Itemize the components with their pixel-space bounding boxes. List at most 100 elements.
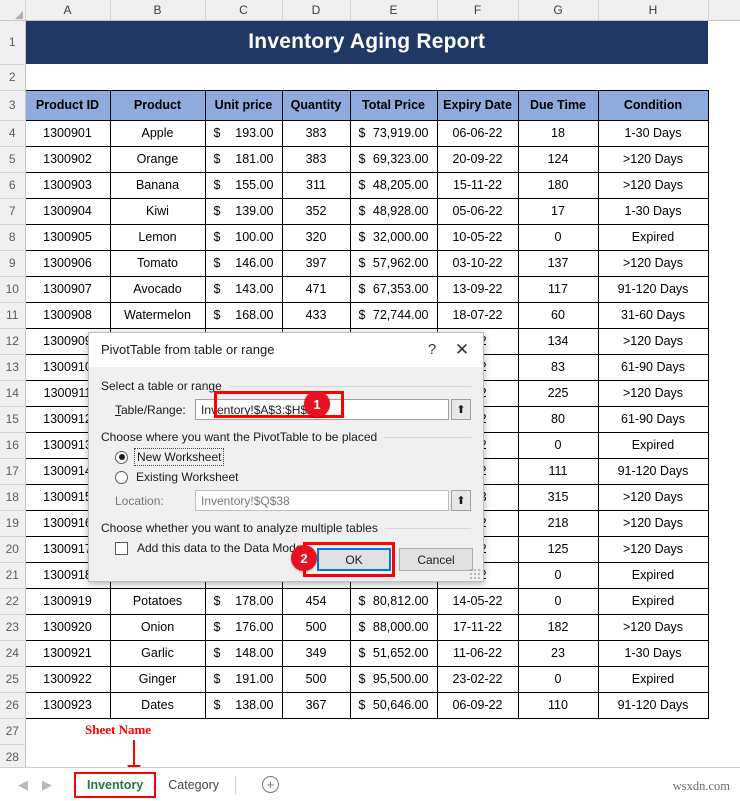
cell-condition[interactable]: >120 Days <box>597 171 709 199</box>
cell-unit-price[interactable]: $155.00 <box>204 171 283 199</box>
column-header-c[interactable]: C <box>205 0 283 21</box>
row-header-24[interactable]: 24 <box>0 640 26 667</box>
row-header-25[interactable]: 25 <box>0 666 26 693</box>
cell-overflow[interactable] <box>708 406 740 432</box>
cell-total-price[interactable]: $72,744.00 <box>349 301 438 329</box>
cell-overflow[interactable] <box>708 380 740 406</box>
row-header-14[interactable]: 14 <box>0 380 26 407</box>
cell-quantity[interactable]: 500 <box>281 613 351 641</box>
cell-expiry-date[interactable]: 06-06-22 <box>436 119 519 147</box>
cell-product[interactable]: Apple <box>109 119 206 147</box>
radio-new-worksheet-icon[interactable] <box>115 450 128 464</box>
cell-condition[interactable]: Expired <box>597 431 709 459</box>
cell-overflow[interactable] <box>708 354 740 380</box>
cell-due-time[interactable]: 111 <box>517 457 599 485</box>
cell-quantity[interactable]: 433 <box>281 301 351 329</box>
cell-overflow[interactable] <box>708 614 740 640</box>
row-header-13[interactable]: 13 <box>0 354 26 381</box>
cell-overflow[interactable] <box>708 172 740 198</box>
cell-overflow[interactable] <box>708 302 740 328</box>
cell-unit-price[interactable]: $148.00 <box>204 639 283 667</box>
cell-quantity[interactable]: 352 <box>281 197 351 225</box>
cell-product-id[interactable]: 1300906 <box>24 249 111 277</box>
cell-condition[interactable]: >120 Days <box>597 145 709 173</box>
row-header-18[interactable]: 18 <box>0 484 26 511</box>
cell-due-time[interactable]: 0 <box>517 561 599 589</box>
cell-total-price[interactable]: $32,000.00 <box>349 223 438 251</box>
cell-product-id[interactable]: 1300908 <box>24 301 111 329</box>
row-header-23[interactable]: 23 <box>0 614 26 641</box>
cell-condition[interactable]: Expired <box>597 223 709 251</box>
column-header-e[interactable]: E <box>350 0 438 21</box>
cell-unit-price[interactable]: $178.00 <box>204 587 283 615</box>
cell-condition[interactable]: 91-120 Days <box>597 457 709 485</box>
cell-due-time[interactable]: 315 <box>517 483 599 511</box>
cell-overflow[interactable] <box>708 536 740 562</box>
cell-total-price[interactable]: $67,353.00 <box>349 275 438 303</box>
cell-unit-price[interactable]: $181.00 <box>204 145 283 173</box>
cell-overflow[interactable] <box>708 562 740 588</box>
cell-condition[interactable]: Expired <box>597 561 709 589</box>
cell-unit-price[interactable]: $193.00 <box>204 119 283 147</box>
cell-condition[interactable]: >120 Days <box>597 249 709 277</box>
cell-due-time[interactable]: 182 <box>517 613 599 641</box>
cell-product[interactable]: Orange <box>109 145 206 173</box>
cell-product-id[interactable]: 1300905 <box>24 223 111 251</box>
cell-overflow[interactable] <box>708 458 740 484</box>
cell-product[interactable]: Lemon <box>109 223 206 251</box>
cell-product[interactable]: Garlic <box>109 639 206 667</box>
cell-unit-price[interactable]: $138.00 <box>204 691 283 719</box>
cancel-button[interactable]: Cancel <box>399 548 473 571</box>
row-header-21[interactable]: 21 <box>0 562 26 589</box>
row-header-12[interactable]: 12 <box>0 328 26 355</box>
sheet-tab-category[interactable]: Category <box>156 772 231 798</box>
cell-overflow[interactable] <box>708 328 740 354</box>
prev-sheet-icon[interactable]: ◀ <box>18 777 28 793</box>
cell-condition[interactable]: >120 Days <box>597 509 709 537</box>
cell-condition[interactable]: 31-60 Days <box>597 301 709 329</box>
row-header-8[interactable]: 8 <box>0 224 26 251</box>
cell-due-time[interactable]: 110 <box>517 691 599 719</box>
cell-quantity[interactable]: 397 <box>281 249 351 277</box>
cell-product[interactable]: Avocado <box>109 275 206 303</box>
cell-due-time[interactable]: 117 <box>517 275 599 303</box>
cell-condition[interactable]: 91-120 Days <box>597 691 709 719</box>
cell-quantity[interactable]: 320 <box>281 223 351 251</box>
cell-product-id[interactable]: 1300904 <box>24 197 111 225</box>
row-header-16[interactable]: 16 <box>0 432 26 459</box>
cell-condition[interactable]: 91-120 Days <box>597 275 709 303</box>
cell-due-time[interactable]: 180 <box>517 171 599 199</box>
cell-overflow[interactable] <box>708 120 740 146</box>
cell-quantity[interactable]: 500 <box>281 665 351 693</box>
cell-overflow[interactable] <box>708 432 740 458</box>
radio-new-worksheet[interactable]: New Worksheet <box>115 448 471 466</box>
cell-expiry-date[interactable]: 03-10-22 <box>436 249 519 277</box>
cell-unit-price[interactable]: $139.00 <box>204 197 283 225</box>
cell-product[interactable]: Ginger <box>109 665 206 693</box>
cell-due-time[interactable]: 225 <box>517 379 599 407</box>
cell-condition[interactable]: 61-90 Days <box>597 353 709 381</box>
cell-condition[interactable]: 1-30 Days <box>597 639 709 667</box>
row-header-19[interactable]: 19 <box>0 510 26 537</box>
cell-total-price[interactable]: $88,000.00 <box>349 613 438 641</box>
cell-expiry-date[interactable]: 14-05-22 <box>436 587 519 615</box>
cell-product[interactable]: Banana <box>109 171 206 199</box>
cell-total-price[interactable]: $80,812.00 <box>349 587 438 615</box>
row-header-27[interactable]: 27 <box>0 718 26 745</box>
cell-condition[interactable]: Expired <box>597 587 709 615</box>
cell-product[interactable]: Potatoes <box>109 587 206 615</box>
close-icon[interactable]: ✕ <box>447 336 477 364</box>
cell-overflow[interactable] <box>708 640 740 666</box>
cell-total-price[interactable]: $95,500.00 <box>349 665 438 693</box>
cell-condition[interactable]: >120 Days <box>597 379 709 407</box>
cell-quantity[interactable]: 383 <box>281 145 351 173</box>
column-header-i[interactable] <box>708 0 740 21</box>
cell-unit-price[interactable]: $146.00 <box>204 249 283 277</box>
row-header-26[interactable]: 26 <box>0 692 26 719</box>
cell-total-price[interactable]: $69,323.00 <box>349 145 438 173</box>
cell-overflow[interactable] <box>708 510 740 536</box>
cell-unit-price[interactable]: $176.00 <box>204 613 283 641</box>
radio-existing-worksheet-icon[interactable] <box>115 470 128 484</box>
cell-expiry-date[interactable]: 11-06-22 <box>436 639 519 667</box>
row-header-10[interactable]: 10 <box>0 276 26 303</box>
